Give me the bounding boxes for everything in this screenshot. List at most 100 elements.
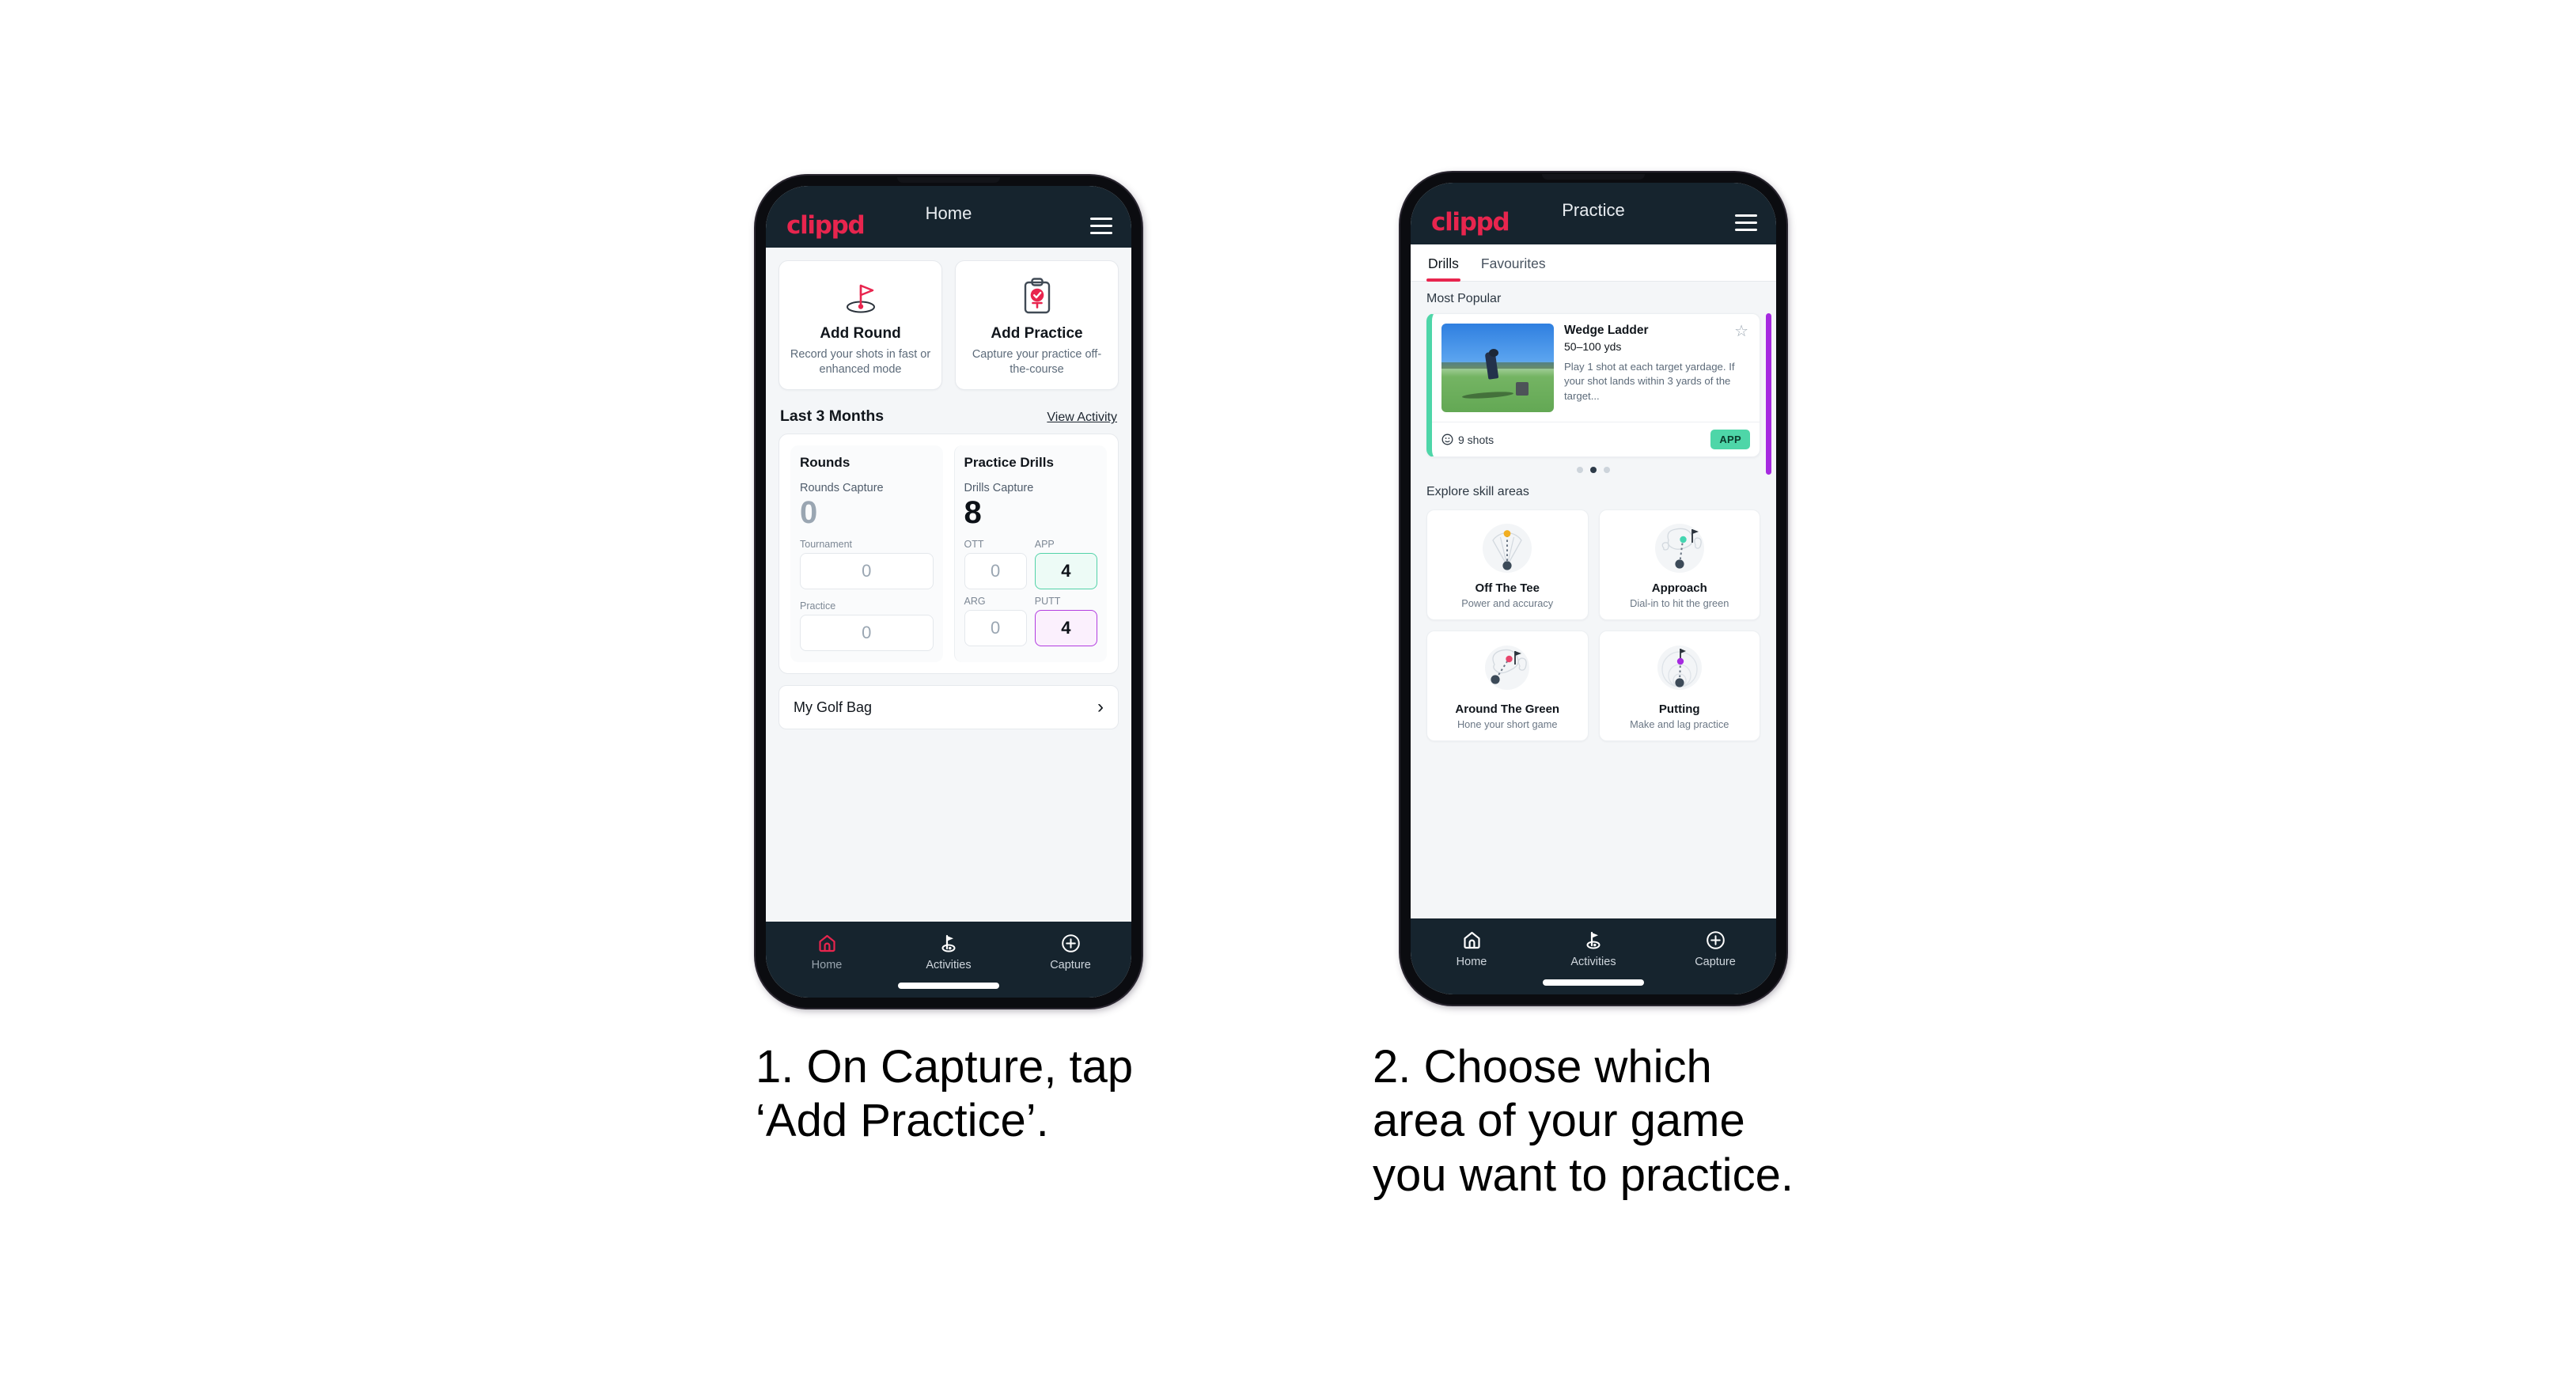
drills-ott-item[interactable]: OTT 0 [964, 539, 1027, 590]
tab-favourites[interactable]: Favourites [1481, 256, 1546, 281]
around-the-green-icon [1434, 641, 1582, 698]
home-content: Add Round Record your shots in fast or e… [766, 248, 1131, 922]
skill-title: Off The Tee [1475, 581, 1540, 595]
add-round-title: Add Round [820, 325, 901, 342]
nav-label-home: Home [1456, 956, 1487, 968]
phone-notch [897, 177, 1000, 183]
drills-app-label: APP [1034, 539, 1055, 551]
carousel-dot-1[interactable] [1577, 467, 1583, 473]
drill-carousel[interactable]: ☆ Wedge Ladder 50–100 yds Play 1 shot at… [1411, 313, 1776, 475]
drill-card-footer: 9 shots APP [1432, 422, 1760, 456]
rounds-column: Rounds Rounds Capture 0 Tournament 0 Pra… [790, 445, 943, 663]
drills-breakdown: OTT 0 APP 4 ARG 0 PUTT 4 [964, 539, 1097, 647]
nav-item-capture[interactable]: Capture [1010, 933, 1131, 998]
drills-putt-item[interactable]: PUTT 4 [1034, 596, 1097, 647]
view-activity-link[interactable]: View Activity [1047, 411, 1117, 425]
drills-app-item[interactable]: APP 4 [1034, 539, 1097, 590]
nav-item-home[interactable]: Home [766, 933, 888, 998]
drills-arg-value: 0 [964, 610, 1027, 647]
drill-category-badge: APP [1710, 430, 1750, 449]
golf-flag-hole-icon [787, 275, 934, 319]
home-icon [1462, 930, 1482, 950]
my-golf-bag-label: My Golf Bag [794, 699, 873, 715]
skill-card-around-the-green[interactable]: Around The Green Hone your short game [1426, 631, 1589, 741]
skill-card-off-the-tee[interactable]: Off The Tee Power and accuracy [1426, 509, 1589, 620]
golf-flag-activities-icon [938, 933, 959, 953]
my-golf-bag-row[interactable]: My Golf Bag › [778, 685, 1119, 730]
rounds-capture-value: 0 [800, 495, 818, 531]
drills-putt-value: 4 [1034, 610, 1097, 647]
chevron-right-icon: › [1097, 696, 1104, 718]
rounds-capture-label: Rounds Capture [800, 482, 884, 495]
clock-icon [1441, 434, 1453, 445]
stats-card: Rounds Rounds Capture 0 Tournament 0 Pra… [778, 434, 1119, 675]
phone-frame: clippd Home Add Round Record your shots … [756, 176, 1142, 1008]
nav-label-activities: Activities [926, 959, 972, 971]
drills-putt-label: PUTT [1034, 596, 1061, 608]
skill-areas-grid: Off The Tee Power and accuracy Approach … [1411, 506, 1776, 741]
golf-flag-activities-icon [1583, 930, 1604, 950]
add-practice-card[interactable]: Add Practice Capture your practice off-t… [955, 260, 1119, 391]
caption-step-2: 2. Choose which area of your game you wa… [1373, 1041, 1794, 1201]
drills-app-value: 4 [1034, 553, 1097, 590]
nav-label-capture: Capture [1695, 956, 1736, 968]
phone-screen-home: clippd Home Add Round Record your shots … [766, 186, 1131, 998]
drills-capture-value: 8 [964, 495, 982, 531]
phone-mockup-home: clippd Home Add Round Record your shots … [756, 176, 1142, 1008]
phone-frame: clippd Practice Drills Favourites Most P… [1400, 172, 1786, 1005]
explore-skill-areas-label: Explore skill areas [1426, 485, 1529, 498]
carousel-dot-2[interactable] [1590, 467, 1597, 473]
skill-subtitle: Make and lag practice [1630, 718, 1729, 730]
drill-yardage: 50–100 yds [1564, 339, 1622, 353]
carousel-dot-3[interactable] [1604, 467, 1610, 473]
next-drill-card-peek[interactable] [1766, 313, 1771, 475]
rounds-practice-value: 0 [800, 615, 934, 652]
add-practice-title: Add Practice [991, 325, 1083, 342]
carousel-dots [1426, 457, 1760, 475]
skill-card-putting[interactable]: Putting Make and lag practice [1598, 631, 1760, 741]
practice-drills-column: Practice Drills Drills Capture 8 OTT 0 A… [953, 445, 1107, 663]
approach-green-icon [1606, 520, 1754, 577]
home-icon [817, 933, 837, 953]
clippd-logo[interactable]: clippd [1431, 210, 1510, 235]
star-outline-icon[interactable]: ☆ [1734, 324, 1748, 339]
hamburger-menu-icon[interactable] [1090, 217, 1112, 234]
drill-shots: 9 shots [1441, 434, 1494, 446]
drill-name: Wedge Ladder [1564, 324, 1649, 337]
rounds-practice-label: Practice [800, 600, 836, 612]
rounds-tournament-item[interactable]: Tournament 0 [800, 539, 934, 590]
skill-subtitle: Power and accuracy [1461, 597, 1554, 609]
phone-mockup-practice: clippd Practice Drills Favourites Most P… [1400, 172, 1786, 1005]
drill-info: ☆ Wedge Ladder 50–100 yds Play 1 shot at… [1564, 324, 1750, 412]
nav-item-home[interactable]: Home [1411, 930, 1532, 994]
drill-card-wedge-ladder[interactable]: ☆ Wedge Ladder 50–100 yds Play 1 shot at… [1426, 313, 1760, 457]
rounds-tournament-label: Tournament [800, 539, 853, 551]
rounds-heading: Rounds [800, 455, 850, 471]
quick-actions-row: Add Round Record your shots in fast or e… [778, 260, 1119, 391]
add-round-card[interactable]: Add Round Record your shots in fast or e… [778, 260, 942, 391]
drills-arg-label: ARG [964, 596, 986, 608]
home-indicator [898, 983, 999, 989]
screenshot-canvas: clippd Home Add Round Record your shots … [0, 0, 2576, 1386]
last-3-months-header: Last 3 Months View Activity [780, 407, 1117, 426]
phone-screen-practice: clippd Practice Drills Favourites Most P… [1411, 183, 1776, 994]
drills-heading: Practice Drills [964, 455, 1054, 471]
drills-arg-item[interactable]: ARG 0 [964, 596, 1027, 647]
nav-item-capture[interactable]: Capture [1654, 930, 1776, 994]
clippd-logo[interactable]: clippd [786, 213, 866, 238]
section-title: Last 3 Months [780, 407, 885, 426]
bottom-navigation-practice: Home Activities Capture [1411, 918, 1776, 994]
phone-notch [1542, 174, 1645, 180]
skill-title: Approach [1651, 581, 1707, 595]
skill-title: Putting [1658, 702, 1700, 716]
clipboard-golf-ball-check-icon [964, 275, 1110, 319]
plus-circle-capture-icon [1706, 930, 1726, 950]
hamburger-menu-icon[interactable] [1735, 214, 1757, 231]
add-round-subtitle: Record your shots in fast or enhanced mo… [790, 348, 931, 377]
most-popular-label: Most Popular [1426, 292, 1502, 305]
skill-card-approach[interactable]: Approach Dial-in to hit the green [1598, 509, 1760, 620]
rounds-practice-item[interactable]: Practice 0 [800, 600, 934, 652]
drills-capture-label: Drills Capture [964, 482, 1034, 495]
add-practice-subtitle: Capture your practice off-the-course [972, 348, 1102, 377]
tab-drills[interactable]: Drills [1426, 256, 1460, 282]
